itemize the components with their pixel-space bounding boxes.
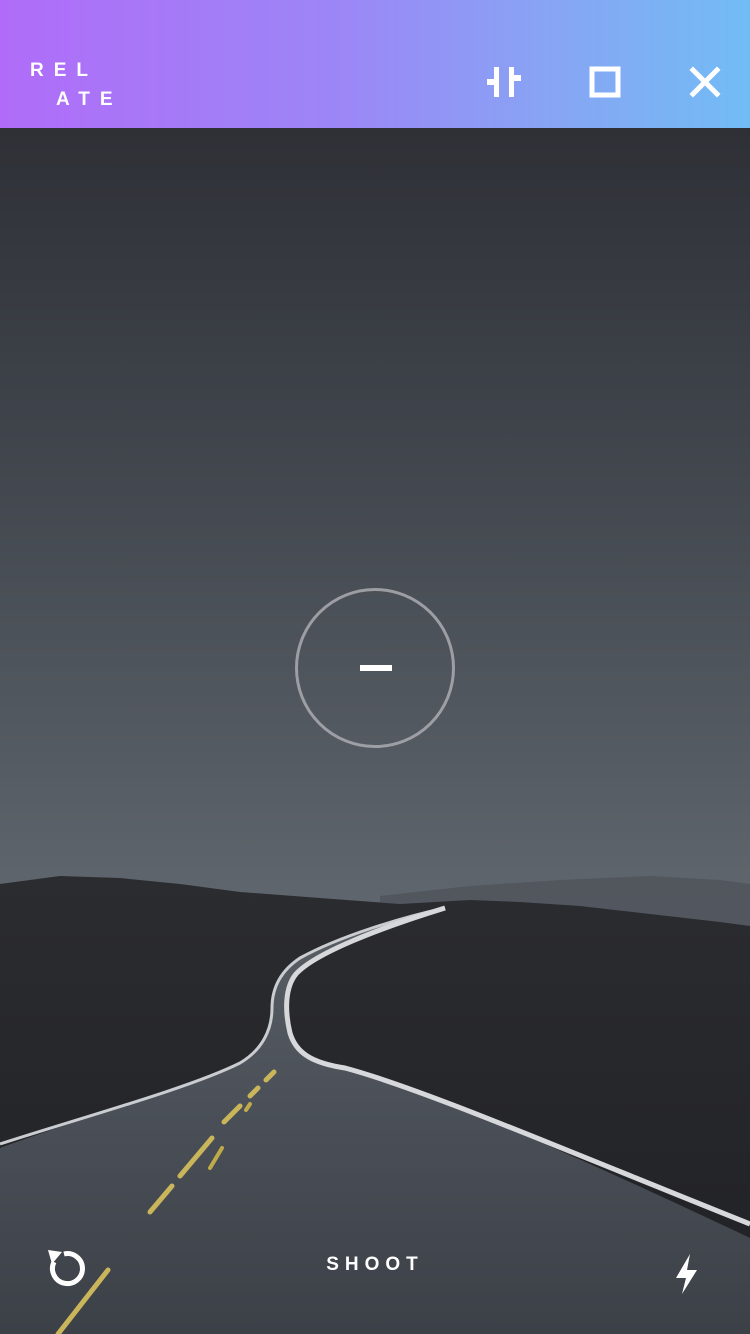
- logo-line-2: ATE: [56, 89, 123, 110]
- logo-line-1: REL: [30, 60, 98, 81]
- crop-square-icon: [589, 66, 621, 98]
- adjust-button[interactable]: [481, 58, 529, 106]
- adjust-sliders-icon: [487, 67, 521, 97]
- flash-button[interactable]: [664, 1250, 708, 1298]
- close-button[interactable]: [681, 58, 729, 106]
- close-icon: [689, 66, 721, 98]
- camera-viewfinder[interactable]: [0, 128, 750, 1334]
- header-bar: REL ATE: [0, 0, 750, 128]
- rotate-button[interactable]: [42, 1244, 90, 1292]
- shoot-button[interactable]: SHOOT: [300, 1250, 450, 1280]
- camera-screen: REL ATE SHOOT: [0, 0, 750, 1334]
- crop-button[interactable]: [581, 58, 629, 106]
- focus-ring[interactable]: [295, 588, 455, 748]
- rotate-icon: [48, 1250, 85, 1287]
- minus-icon: [360, 665, 392, 671]
- app-logo: REL ATE: [30, 56, 123, 114]
- flash-icon: [676, 1254, 697, 1294]
